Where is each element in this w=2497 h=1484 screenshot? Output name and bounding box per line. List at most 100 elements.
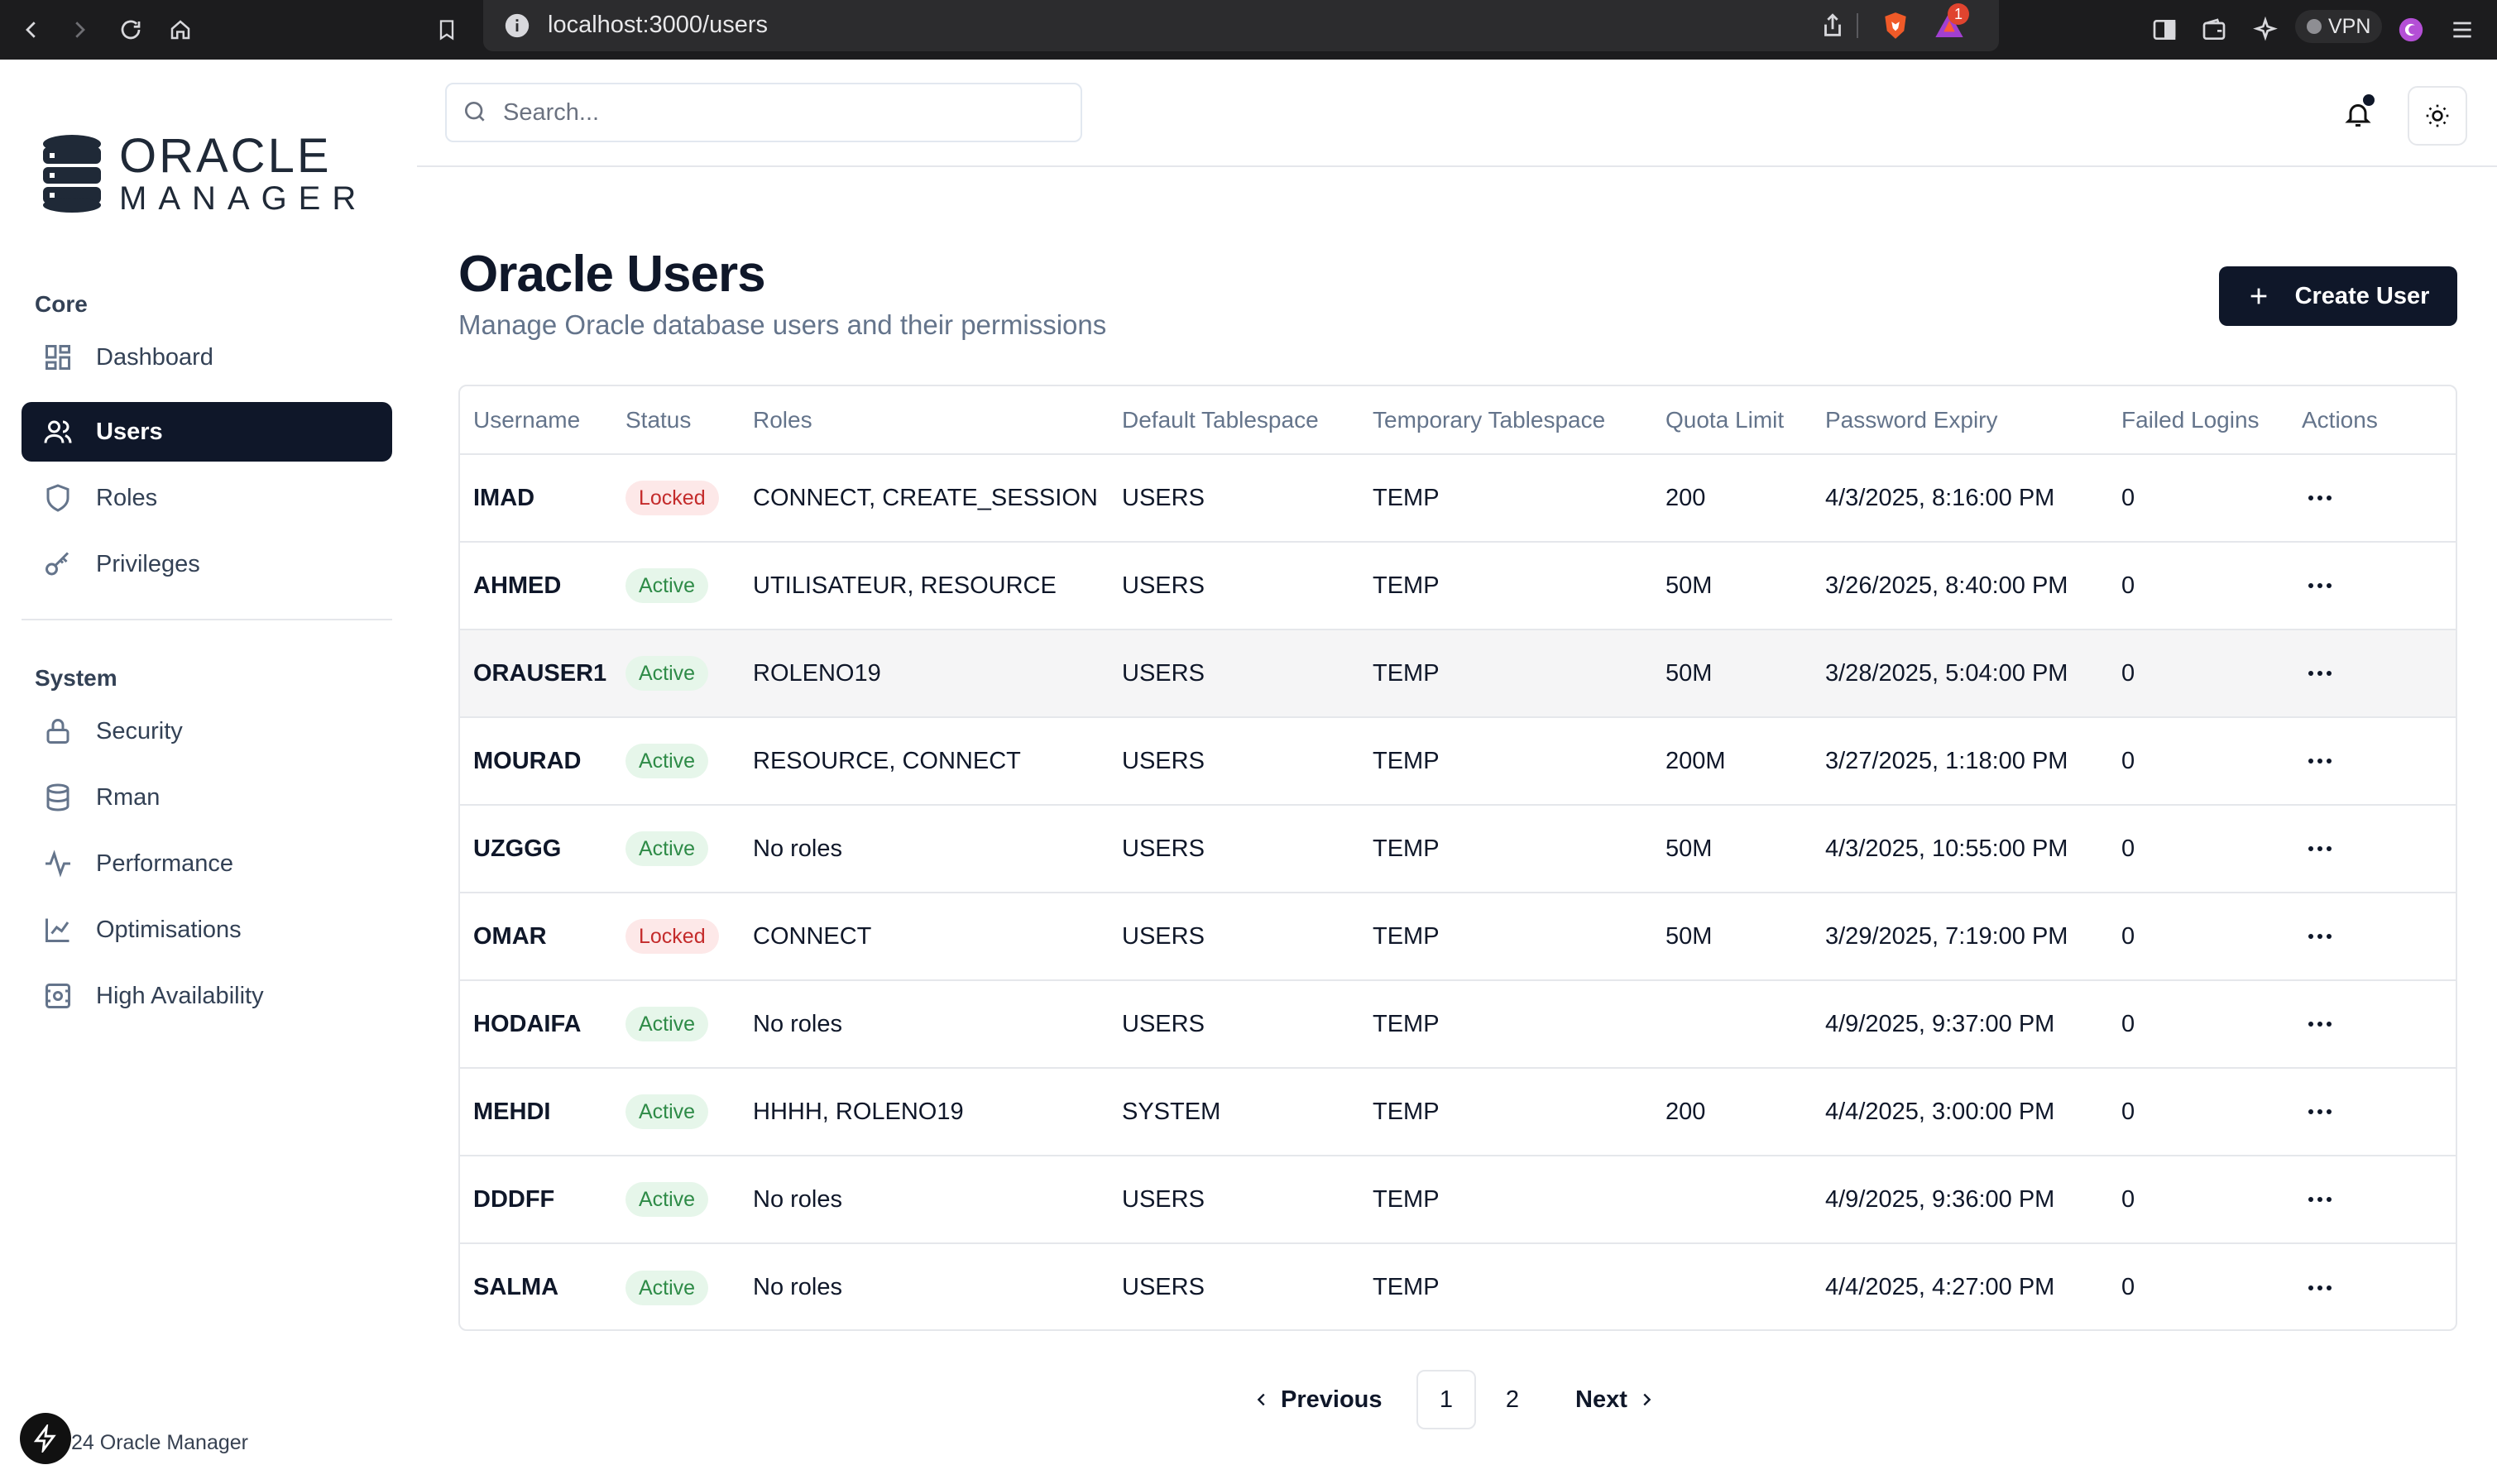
table-row[interactable]: MEHDI Active HHHH, ROLENO19 SYSTEM TEMP 200 4/… bbox=[460, 1068, 2456, 1156]
failed-logins-cell: 0 bbox=[2108, 805, 2289, 893]
password-expiry-cell: 4/9/2025, 9:37:00 PM bbox=[1812, 980, 2108, 1069]
temporary-tablespace-cell: TEMP bbox=[1359, 454, 1652, 543]
sidebar: ORACLE MANAGER Core Dashboard Users Role… bbox=[0, 60, 417, 1484]
theme-toggle-button[interactable] bbox=[2408, 86, 2467, 146]
temporary-tablespace-cell: TEMP bbox=[1359, 980, 1652, 1069]
status-cell: Active bbox=[612, 1156, 740, 1244]
sidebar-item-performance[interactable]: Performance bbox=[22, 834, 392, 893]
create-user-button[interactable]: Create User bbox=[2219, 266, 2457, 326]
sidebar-item-privileges[interactable]: Privileges bbox=[22, 534, 392, 594]
more-actions-icon[interactable] bbox=[2303, 920, 2336, 953]
password-expiry-cell: 4/9/2025, 9:36:00 PM bbox=[1812, 1156, 2108, 1244]
app-logo[interactable]: ORACLE MANAGER bbox=[41, 132, 367, 215]
column-header-default-tablespace[interactable]: Default Tablespace bbox=[1109, 386, 1359, 455]
quota-limit-cell: 50M bbox=[1652, 893, 1812, 981]
table-row[interactable]: OMAR Locked CONNECT USERS TEMP 50M 3/29/2025, … bbox=[460, 893, 2456, 981]
sidebar-toggle-icon[interactable] bbox=[2146, 12, 2183, 48]
default-tablespace-cell: SYSTEM bbox=[1109, 1068, 1359, 1156]
table-row[interactable]: HODAIFA Active No roles USERS TEMP 4/9/2025, … bbox=[460, 980, 2456, 1069]
server-icon bbox=[41, 979, 74, 1012]
status-badge: Active bbox=[625, 831, 709, 866]
section-label-core: Core bbox=[35, 291, 88, 317]
column-header-failed-logins[interactable]: Failed Logins bbox=[2108, 386, 2289, 455]
pagination-page-2[interactable]: 2 bbox=[1483, 1370, 1542, 1429]
leo-ai-icon[interactable] bbox=[2247, 12, 2284, 48]
username-cell: AHMED bbox=[460, 542, 612, 630]
roles-cell: No roles bbox=[740, 980, 1109, 1069]
search-input[interactable] bbox=[503, 98, 1066, 127]
vpn-button[interactable]: VPN bbox=[2295, 10, 2383, 43]
sidebar-footer-text: 24 Oracle Manager bbox=[71, 1431, 249, 1454]
menu-icon[interactable] bbox=[2444, 12, 2480, 48]
table-row[interactable]: AHMED Active UTILISATEUR, RESOURCE USERS TEM… bbox=[460, 542, 2456, 630]
actions-cell bbox=[2289, 805, 2456, 893]
sidebar-item-roles[interactable]: Roles bbox=[22, 468, 392, 528]
pagination-page-1[interactable]: 1 bbox=[1416, 1370, 1476, 1429]
table-row[interactable]: UZGGG Active No roles USERS TEMP 50M 4/3/2025,… bbox=[460, 805, 2456, 893]
status-badge: Active bbox=[625, 744, 709, 778]
pagination-previous-button[interactable]: Previous bbox=[1253, 1370, 1383, 1429]
password-expiry-cell: 4/3/2025, 10:55:00 PM bbox=[1812, 805, 2108, 893]
column-header-status[interactable]: Status bbox=[612, 386, 740, 455]
username-cell: DDDFF bbox=[460, 1156, 612, 1244]
share-icon[interactable] bbox=[1819, 10, 1847, 41]
pagination-next-button[interactable]: Next bbox=[1575, 1370, 1656, 1429]
more-actions-icon[interactable] bbox=[2303, 832, 2336, 865]
sidebar-item-high-availability[interactable]: High Availability bbox=[22, 966, 392, 1026]
forward-icon[interactable] bbox=[61, 12, 98, 48]
password-expiry-cell: 3/28/2025, 5:04:00 PM bbox=[1812, 630, 2108, 718]
table-row[interactable]: ORAUSER1 Active ROLENO19 USERS TEMP 50M 3/28/2… bbox=[460, 630, 2456, 718]
more-actions-icon[interactable] bbox=[2303, 481, 2336, 515]
wallet-icon[interactable] bbox=[2196, 12, 2232, 48]
home-icon[interactable] bbox=[162, 12, 199, 48]
failed-logins-cell: 0 bbox=[2108, 1068, 2289, 1156]
table-row[interactable]: DDDFF Active No roles USERS TEMP 4/9/2025, 9:… bbox=[460, 1156, 2456, 1244]
table-header-row: Username Status Roles Default Tablespace… bbox=[460, 386, 2456, 455]
column-header-quota-limit[interactable]: Quota Limit bbox=[1652, 386, 1812, 455]
table-row[interactable]: SALMA Active No roles USERS TEMP 4/4/2025, 4:… bbox=[460, 1243, 2456, 1329]
password-expiry-cell: 4/3/2025, 8:16:00 PM bbox=[1812, 454, 2108, 543]
notifications-button[interactable] bbox=[2335, 91, 2381, 137]
back-icon[interactable] bbox=[13, 12, 50, 48]
reload-icon[interactable] bbox=[113, 12, 149, 48]
sidebar-item-label: Optimisations bbox=[96, 916, 242, 943]
more-actions-icon[interactable] bbox=[2303, 1271, 2336, 1304]
bolt-icon[interactable] bbox=[20, 1413, 71, 1464]
column-header-password-expiry[interactable]: Password Expiry bbox=[1812, 386, 2108, 455]
sidebar-item-optimisations[interactable]: Optimisations bbox=[22, 900, 392, 960]
bookmark-icon[interactable] bbox=[429, 12, 465, 48]
roles-cell: No roles bbox=[740, 805, 1109, 893]
temporary-tablespace-cell: TEMP bbox=[1359, 630, 1652, 718]
password-expiry-cell: 3/29/2025, 7:19:00 PM bbox=[1812, 893, 2108, 981]
more-actions-icon[interactable] bbox=[2303, 744, 2336, 778]
more-actions-icon[interactable] bbox=[2303, 657, 2336, 690]
failed-logins-cell: 0 bbox=[2108, 980, 2289, 1069]
sidebar-item-label: Users bbox=[96, 418, 163, 445]
more-actions-icon[interactable] bbox=[2303, 1095, 2336, 1128]
address-bar[interactable]: localhost:3000/users 1 bbox=[483, 0, 1999, 51]
more-actions-icon[interactable] bbox=[2303, 569, 2336, 602]
search-box[interactable] bbox=[445, 83, 1082, 142]
username-cell: IMAD bbox=[460, 454, 612, 543]
more-actions-icon[interactable] bbox=[2303, 1183, 2336, 1216]
sidebar-item-rman[interactable]: Rman bbox=[22, 768, 392, 827]
browser-toolbar: localhost:3000/users 1 VPN bbox=[0, 0, 2497, 60]
sidebar-item-dashboard[interactable]: Dashboard bbox=[22, 328, 392, 387]
column-header-username[interactable]: Username bbox=[460, 386, 612, 455]
quota-limit-cell: 50M bbox=[1652, 630, 1812, 718]
profile-icon[interactable] bbox=[2393, 12, 2429, 48]
status-cell: Active bbox=[612, 1068, 740, 1156]
more-actions-icon[interactable] bbox=[2303, 1008, 2336, 1041]
default-tablespace-cell: USERS bbox=[1109, 893, 1359, 981]
table-row[interactable]: MOURAD Active RESOURCE, CONNECT USERS TEMP 20… bbox=[460, 717, 2456, 806]
sidebar-item-label: Roles bbox=[96, 484, 158, 511]
table-row[interactable]: IMAD Locked CONNECT, CREATE_SESSION USERS TE… bbox=[460, 454, 2456, 543]
column-header-temporary-tablespace[interactable]: Temporary Tablespace bbox=[1359, 386, 1652, 455]
sidebar-item-users[interactable]: Users bbox=[22, 402, 392, 462]
toolbar-divider bbox=[1857, 13, 1858, 38]
site-info-icon[interactable] bbox=[503, 12, 531, 40]
column-header-roles[interactable]: Roles bbox=[740, 386, 1109, 455]
sidebar-item-security[interactable]: Security bbox=[22, 701, 392, 761]
brave-shield-icon[interactable] bbox=[1880, 8, 1911, 43]
actions-cell bbox=[2289, 630, 2456, 718]
